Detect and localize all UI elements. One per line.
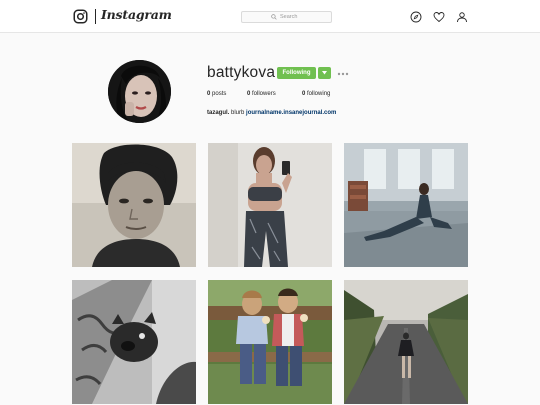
post-image-mirror-selfie xyxy=(208,143,332,267)
following-count: 0 xyxy=(302,91,306,97)
instagram-camera-icon[interactable] xyxy=(73,9,88,24)
post-thumbnail-4[interactable] xyxy=(72,280,196,404)
posts-count: 0 xyxy=(207,91,211,97)
followers-count: 0 xyxy=(247,91,251,97)
follow-options-button[interactable] xyxy=(318,67,331,79)
profile-username: battykova xyxy=(207,64,276,81)
instagram-wordmark[interactable]: Instagram xyxy=(101,7,172,22)
post-thumbnail-2[interactable] xyxy=(208,143,332,267)
post-thumbnail-5[interactable] xyxy=(208,280,332,404)
followers-stat[interactable]: 0 followers xyxy=(247,91,276,97)
search-icon xyxy=(271,14,277,20)
post-image-children-ice-cream xyxy=(208,280,332,404)
post-image-tattoo-dog xyxy=(72,280,196,404)
followers-label: followers xyxy=(252,91,276,97)
bio-name: tazagul. xyxy=(207,110,230,116)
search-input[interactable] xyxy=(280,14,302,20)
post-image-portrait xyxy=(72,143,196,267)
top-navigation-bar: Instagram xyxy=(0,0,540,33)
following-button[interactable]: Following xyxy=(277,67,316,79)
following-label: following xyxy=(307,91,331,97)
caret-down-icon xyxy=(322,71,327,75)
ellipsis-icon xyxy=(337,72,349,76)
logo-divider xyxy=(95,9,96,24)
post-image-road-walk xyxy=(344,280,468,404)
profile-bio: tazagul. blurb journalname.insanejournal… xyxy=(207,110,336,116)
more-options-button[interactable] xyxy=(337,67,349,79)
post-thumbnail-6[interactable] xyxy=(344,280,468,404)
post-thumbnail-3[interactable] xyxy=(344,143,468,267)
compass-icon[interactable] xyxy=(410,11,422,23)
bio-text: blurb xyxy=(231,110,245,116)
heart-icon[interactable] xyxy=(433,11,445,23)
search-box[interactable] xyxy=(241,11,332,23)
bio-link[interactable]: journalname.insanejournal.com xyxy=(246,110,336,116)
posts-label: posts xyxy=(212,91,227,97)
post-thumbnail-1[interactable] xyxy=(72,143,196,267)
person-icon[interactable] xyxy=(456,11,468,23)
post-image-yoga xyxy=(344,143,468,267)
following-stat[interactable]: 0 following xyxy=(302,91,330,97)
profile-avatar[interactable] xyxy=(108,60,171,123)
posts-stat: 0 posts xyxy=(207,91,226,97)
